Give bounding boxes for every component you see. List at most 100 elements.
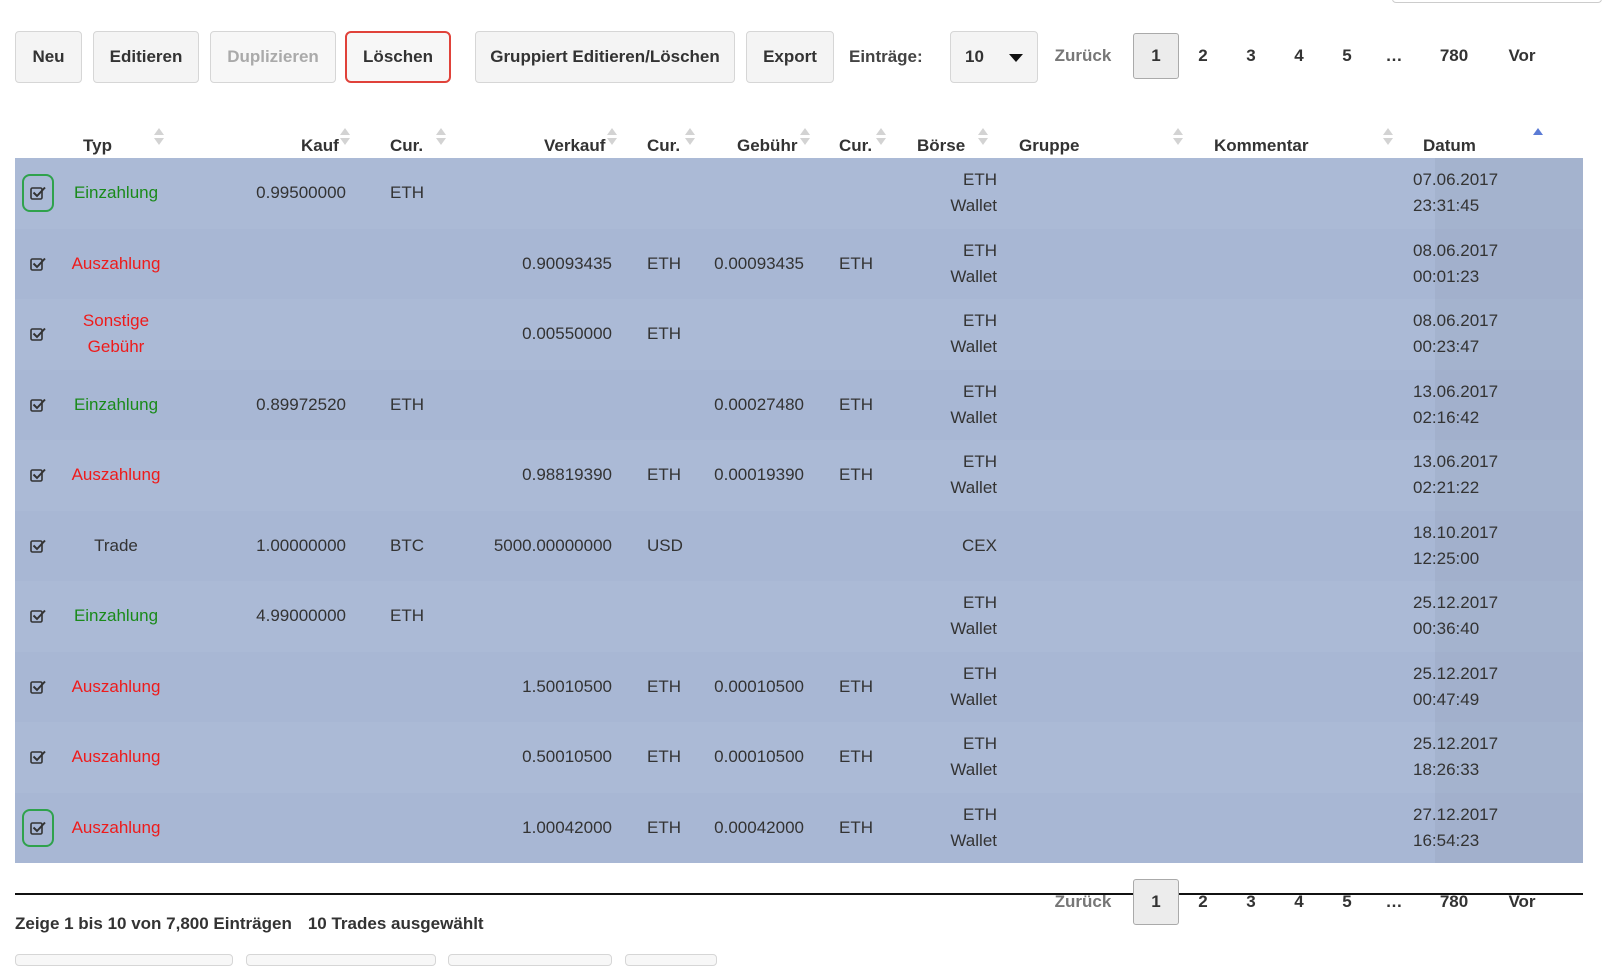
cell-kommentar bbox=[1214, 229, 1414, 300]
table-row[interactable]: Sonstige Gebühr 0.00550000 ETH ETH Wallet 08… bbox=[15, 299, 1583, 370]
pagination-page-3[interactable]: 3 bbox=[1233, 33, 1269, 79]
sort-icon[interactable] bbox=[876, 128, 886, 148]
sort-icon[interactable] bbox=[436, 128, 446, 148]
cell-gebuehr: 0.00010500 bbox=[714, 747, 804, 767]
cell-time: 02:21:22 bbox=[1413, 478, 1480, 498]
cell-boerse: ETH Wallet bbox=[950, 452, 997, 498]
col-header-verkauf[interactable]: Verkauf bbox=[544, 118, 605, 158]
row-checkbox[interactable] bbox=[22, 668, 54, 706]
sort-icon[interactable] bbox=[800, 128, 810, 148]
cell-kauf bbox=[215, 229, 346, 300]
sort-icon[interactable] bbox=[340, 128, 350, 148]
row-checkbox[interactable] bbox=[22, 315, 54, 353]
bottom-button[interactable] bbox=[15, 954, 233, 966]
pagination-page-4[interactable]: 4 bbox=[1281, 879, 1317, 925]
col-header-kauf[interactable]: Kauf bbox=[301, 118, 339, 158]
pagination-prev[interactable]: Zurück bbox=[1040, 33, 1126, 79]
row-checkbox[interactable] bbox=[22, 245, 54, 283]
col-header-cur-gebuehr[interactable]: Cur. bbox=[839, 118, 872, 158]
cell-time: 23:31:45 bbox=[1413, 196, 1480, 216]
col-header-boerse[interactable]: Börse bbox=[917, 118, 965, 158]
bottom-button[interactable] bbox=[246, 954, 436, 966]
delete-button[interactable]: Löschen bbox=[345, 31, 451, 83]
cell-typ: Auszahlung bbox=[71, 465, 161, 485]
table-row[interactable]: Einzahlung 0.99500000 ETH ETH Wallet 07.06.2… bbox=[15, 158, 1583, 229]
pagination-page-4[interactable]: 4 bbox=[1281, 33, 1317, 79]
bottom-button[interactable] bbox=[625, 954, 717, 966]
row-checkbox[interactable] bbox=[22, 386, 54, 424]
cell-cur-kauf bbox=[390, 793, 450, 864]
group-edit-delete-button[interactable]: Gruppiert Editieren/Löschen bbox=[475, 31, 735, 83]
sort-icon[interactable] bbox=[607, 128, 617, 148]
sort-asc-icon[interactable] bbox=[1533, 128, 1543, 148]
table-row[interactable]: Trade 1.00000000 BTC 5000.00000000 USD CEX 18.… bbox=[15, 510, 1583, 581]
row-checkbox[interactable] bbox=[22, 738, 54, 776]
sort-icon[interactable] bbox=[1173, 128, 1183, 148]
table-row[interactable]: Auszahlung 1.50010500 ETH 0.00010500 ETH ETH … bbox=[15, 651, 1583, 722]
cell-verkauf: 1.00042000 bbox=[522, 817, 612, 837]
export-button[interactable]: Export bbox=[746, 31, 834, 83]
table-info: Zeige 1 bis 10 von 7,800 Einträgen 10 Tr… bbox=[15, 912, 484, 936]
pagination-page-3[interactable]: 3 bbox=[1233, 879, 1269, 925]
row-checkbox[interactable] bbox=[22, 174, 54, 213]
table-row[interactable]: Auszahlung 0.90093435 ETH 0.00093435 ETH ETH … bbox=[15, 228, 1583, 300]
pagination-page-1[interactable]: 1 bbox=[1133, 33, 1179, 79]
pagination-prev[interactable]: Zurück bbox=[1040, 879, 1126, 925]
pagination-page-2[interactable]: 2 bbox=[1185, 33, 1221, 79]
sort-icon[interactable] bbox=[685, 128, 695, 148]
col-header-gruppe[interactable]: Gruppe bbox=[1019, 118, 1079, 158]
cell-typ: Einzahlung bbox=[73, 606, 159, 626]
cell-cur-kauf bbox=[390, 299, 450, 370]
col-header-datum[interactable]: Datum bbox=[1423, 118, 1476, 158]
pagination-page-5[interactable]: 5 bbox=[1329, 879, 1365, 925]
col-header-cur-kauf[interactable]: Cur. bbox=[390, 118, 423, 158]
cell-time: 02:16:42 bbox=[1413, 407, 1480, 427]
cell-typ: Auszahlung bbox=[71, 747, 161, 767]
duplicate-button[interactable]: Duplizieren bbox=[210, 31, 336, 83]
sort-icon[interactable] bbox=[154, 128, 164, 148]
row-checkbox[interactable] bbox=[22, 597, 54, 635]
checked-checkbox-icon bbox=[30, 186, 46, 201]
new-button[interactable]: Neu bbox=[15, 31, 82, 83]
col-header-datum-label: Datum bbox=[1423, 136, 1476, 155]
pagination-page-780[interactable]: 780 bbox=[1426, 879, 1482, 925]
table-row[interactable]: Einzahlung 4.99000000 ETH ETH Wallet 25.12.2… bbox=[15, 581, 1583, 652]
cell-verkauf: 0.98819390 bbox=[522, 465, 612, 485]
col-header-gebuehr[interactable]: Gebühr bbox=[737, 118, 797, 158]
cell-time: 00:36:40 bbox=[1413, 619, 1480, 639]
col-header-typ[interactable]: Typ bbox=[83, 118, 112, 158]
table-row[interactable]: Auszahlung 0.98819390 ETH 0.00019390 ETH ETH … bbox=[15, 440, 1583, 511]
sort-icon[interactable] bbox=[978, 128, 988, 148]
caret-down-icon bbox=[1009, 54, 1023, 62]
table-body: Einzahlung 0.99500000 ETH ETH Wallet 07.06.2… bbox=[15, 158, 1583, 863]
col-header-cur-verkauf[interactable]: Cur. bbox=[647, 118, 680, 158]
cell-time: 18:26:33 bbox=[1413, 760, 1480, 780]
table-row[interactable]: Auszahlung 1.00042000 ETH 0.00042000 ETH ETH … bbox=[15, 792, 1583, 864]
pagination-next[interactable]: Vor bbox=[1498, 879, 1546, 925]
table-row[interactable]: Auszahlung 0.50010500 ETH 0.00010500 ETH ETH … bbox=[15, 722, 1583, 793]
row-checkbox[interactable] bbox=[22, 527, 54, 565]
cell-boerse: ETH Wallet bbox=[950, 804, 997, 850]
entries-select[interactable]: 10 bbox=[950, 31, 1038, 83]
pagination-page-2[interactable]: 2 bbox=[1185, 879, 1221, 925]
pagination-page-1[interactable]: 1 bbox=[1133, 879, 1179, 925]
search-input[interactable] bbox=[1392, 0, 1602, 3]
cell-kauf bbox=[215, 440, 346, 511]
edit-button[interactable]: Editieren bbox=[93, 31, 199, 83]
cell-cur-gebuehr: ETH bbox=[839, 253, 873, 273]
pagination-page-780[interactable]: 780 bbox=[1426, 33, 1482, 79]
sort-icon[interactable] bbox=[1383, 128, 1393, 148]
row-checkbox[interactable] bbox=[22, 456, 54, 494]
pagination-page-5[interactable]: 5 bbox=[1329, 33, 1365, 79]
col-header-kommentar-label: Kommentar bbox=[1214, 136, 1309, 155]
cell-datum: 13.06.2017 02:21:22 bbox=[1413, 440, 1573, 511]
pagination-next[interactable]: Vor bbox=[1498, 33, 1546, 79]
cell-boerse: ETH Wallet bbox=[950, 734, 997, 780]
checked-checkbox-icon bbox=[30, 257, 46, 271]
row-checkbox[interactable] bbox=[22, 808, 54, 847]
cell-gebuehr: 0.00027480 bbox=[714, 394, 804, 414]
cell-verkauf: 0.00550000 bbox=[522, 324, 612, 344]
bottom-button[interactable] bbox=[448, 954, 612, 966]
table-row[interactable]: Einzahlung 0.89972520 ETH 0.00027480 ETH ETH … bbox=[15, 369, 1583, 440]
col-header-kommentar[interactable]: Kommentar bbox=[1214, 118, 1308, 158]
